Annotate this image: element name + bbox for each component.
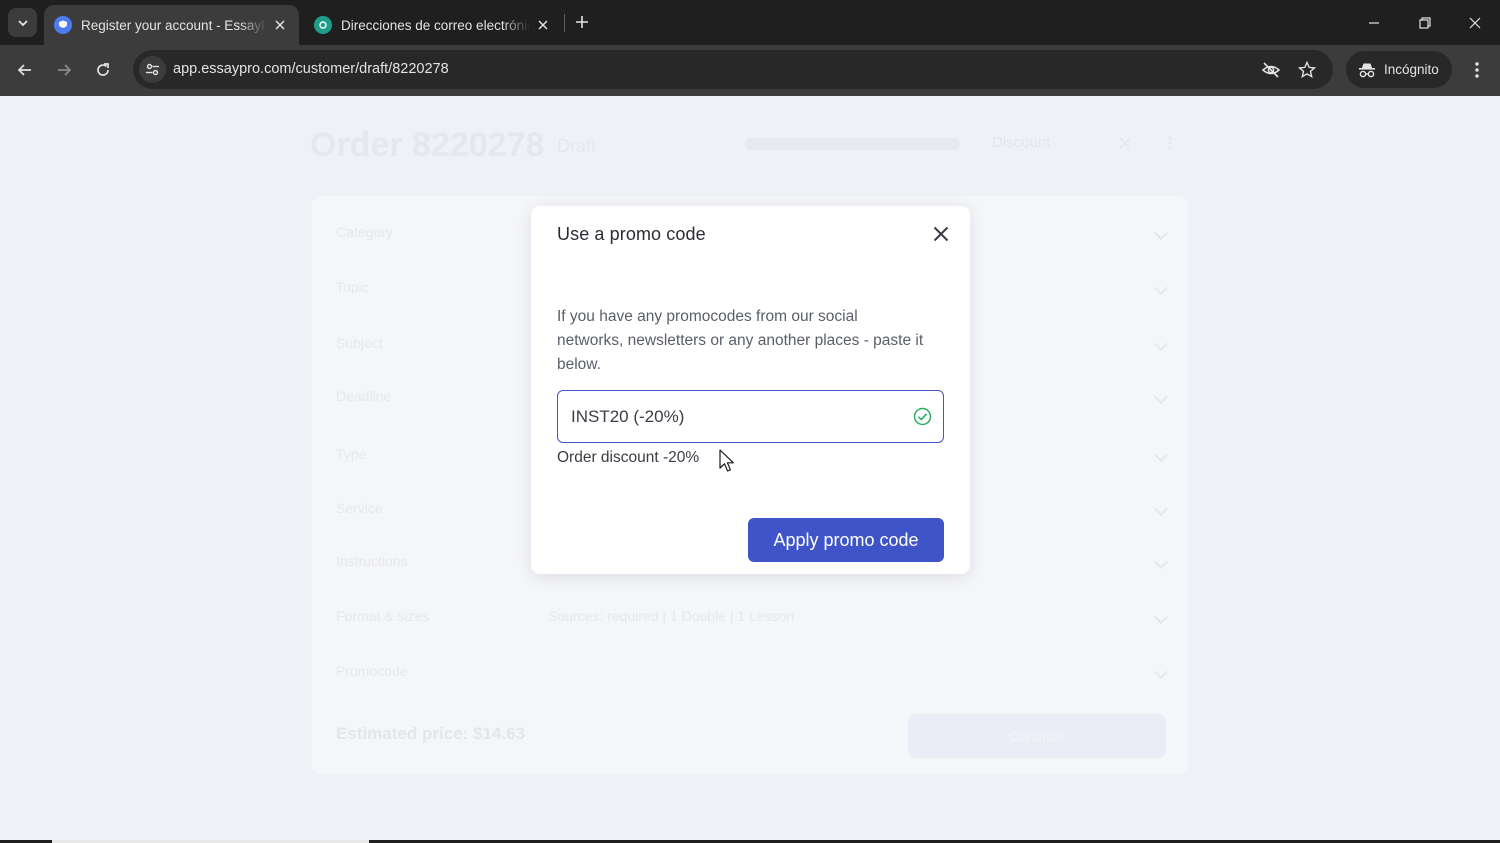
promo-code-input[interactable] [558, 391, 943, 442]
promo-code-dialog: Use a promo code If you have any promoco… [531, 206, 970, 574]
tab-register-account[interactable]: Register your account - EssayPro [44, 5, 299, 45]
close-icon [933, 226, 949, 242]
tab-email-addresses[interactable]: Direcciones de correo electrónico [304, 5, 562, 45]
check-circle-icon [913, 407, 932, 426]
minimize-icon [1369, 21, 1379, 24]
star-icon[interactable] [1296, 59, 1318, 81]
plus-icon [576, 16, 588, 28]
chevron-down-icon [17, 19, 28, 26]
tab-close-icon[interactable] [271, 16, 289, 34]
browser-toolbar: app.essaypro.com/customer/draft/8220278 … [0, 45, 1500, 96]
incognito-icon [1359, 63, 1375, 77]
back-button[interactable] [11, 56, 39, 84]
incognito-label: Incógnito [1384, 62, 1439, 77]
forward-button[interactable] [50, 56, 78, 84]
dialog-title: Use a promo code [557, 224, 706, 244]
mouse-cursor-icon [719, 449, 734, 472]
tab-search-button[interactable] [8, 8, 37, 37]
eye-off-icon[interactable] [1260, 59, 1282, 81]
restore-button[interactable] [1400, 0, 1450, 45]
arrow-left-icon [17, 64, 31, 76]
browser-tab-bar: Register your account - EssayPro Direcci… [0, 0, 1500, 45]
tune-icon [146, 63, 159, 76]
essaypro-favicon-icon [54, 16, 72, 34]
tab-close-icon[interactable] [534, 16, 552, 34]
url-text[interactable]: app.essaypro.com/customer/draft/8220278 [173, 61, 449, 77]
new-tab-button[interactable] [570, 10, 594, 34]
close-icon [1469, 17, 1481, 28]
dialog-close-button[interactable] [930, 223, 952, 245]
promo-code-field[interactable] [557, 390, 944, 443]
address-bar[interactable]: app.essaypro.com/customer/draft/8220278 [133, 50, 1333, 89]
tab-separator [564, 14, 565, 32]
discount-note: Order discount -20% [557, 449, 700, 466]
apply-promo-code-button[interactable]: Apply promo code [748, 518, 944, 562]
email-site-favicon-icon [314, 16, 332, 34]
minimize-button[interactable] [1349, 0, 1399, 45]
close-window-button[interactable] [1450, 0, 1500, 45]
restore-icon [1419, 16, 1431, 29]
arrow-right-icon [58, 64, 72, 76]
tab-title: Direcciones de correo electrónico [341, 17, 530, 33]
reload-icon [97, 63, 109, 76]
more-vertical-icon [1475, 62, 1479, 78]
dialog-description: If you have any promocodes from our soci… [557, 308, 924, 373]
tab-title: Register your account - EssayPro [81, 17, 267, 33]
site-info-button[interactable] [139, 56, 166, 83]
order-page: Order 8220278 Draft Discount Category To… [0, 96, 1500, 843]
incognito-indicator[interactable]: Incógnito [1346, 51, 1452, 88]
reload-button[interactable] [89, 56, 117, 84]
browser-menu-button[interactable] [1464, 56, 1490, 84]
